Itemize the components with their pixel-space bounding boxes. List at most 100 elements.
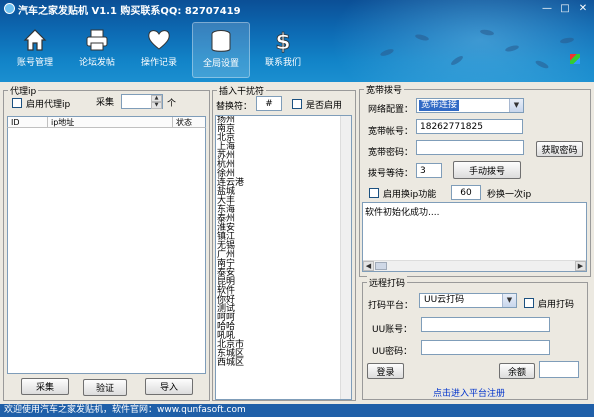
minimize-button[interactable]: — bbox=[540, 2, 554, 15]
account-label: 宽带帐号： bbox=[368, 127, 414, 137]
proxy-table[interactable] bbox=[7, 116, 206, 374]
account-input[interactable] bbox=[416, 119, 523, 134]
uu-account-input[interactable] bbox=[421, 317, 550, 332]
list-item[interactable]: 泰安 bbox=[216, 269, 351, 278]
balance-input[interactable] bbox=[539, 361, 579, 378]
ip-switch-label: 启用换ip功能 bbox=[383, 190, 437, 200]
dial-wait-input[interactable] bbox=[416, 163, 442, 178]
ip-switch-input[interactable] bbox=[451, 185, 481, 200]
tool-global-settings[interactable]: 全局设置 bbox=[192, 22, 250, 78]
list-item[interactable]: 盐城 bbox=[216, 188, 351, 197]
vertical-scrollbar[interactable] bbox=[340, 116, 351, 399]
uu-password-input[interactable] bbox=[421, 340, 550, 355]
verify-button[interactable]: 验证 bbox=[83, 379, 127, 396]
window-controls: — □ ✕ bbox=[540, 2, 590, 15]
status-bar: 欢迎使用汽车之家发贴机，软件官网：www.qunfasoft.com bbox=[0, 404, 594, 417]
password-label: 宽带密码： bbox=[368, 148, 414, 158]
enable-insert-checkbox[interactable] bbox=[292, 99, 302, 109]
tool-contact-us[interactable]: $ 联系我们 bbox=[254, 22, 312, 78]
close-button[interactable]: ✕ bbox=[576, 2, 590, 15]
network-config-select[interactable]: 宽带连接 ▼ bbox=[416, 98, 524, 113]
maximize-button[interactable]: □ bbox=[558, 2, 572, 15]
platform-value: UU云打码 bbox=[424, 295, 465, 305]
spin-up-icon[interactable]: ▲ bbox=[151, 95, 162, 102]
horizontal-scrollbar[interactable]: ◀ ▶ bbox=[363, 260, 586, 271]
column-header[interactable]: ID bbox=[8, 117, 48, 127]
printer-icon bbox=[86, 29, 108, 51]
list-item[interactable]: 南京 bbox=[216, 125, 351, 134]
network-config-value: 宽带连接 bbox=[419, 100, 460, 111]
list-item[interactable]: 呵呵 bbox=[216, 314, 351, 323]
log-textarea[interactable]: 软件初始化成功.... ◀ ▶ bbox=[362, 202, 587, 272]
replace-label: 替换符： bbox=[216, 102, 253, 112]
proxy-table-header: ID ip地址 状态 bbox=[7, 116, 206, 128]
spin-down-icon[interactable]: ▼ bbox=[151, 102, 162, 109]
list-item[interactable]: 淮安 bbox=[216, 224, 351, 233]
tool-forum-post[interactable]: 论坛发帖 bbox=[68, 22, 126, 78]
uu-password-label: UU密码： bbox=[372, 347, 413, 357]
replace-input[interactable] bbox=[256, 96, 282, 111]
list-item[interactable]: 广州 bbox=[216, 251, 351, 260]
proxy-group-title: 代理ip bbox=[8, 84, 39, 97]
list-item[interactable]: 南宁 bbox=[216, 260, 351, 269]
login-button[interactable]: 登录 bbox=[367, 363, 404, 379]
list-item[interactable]: 测试 bbox=[216, 305, 351, 314]
get-password-button[interactable]: 获取密码 bbox=[536, 141, 583, 157]
scroll-left-icon[interactable]: ◀ bbox=[363, 261, 374, 271]
column-header[interactable]: 状态 bbox=[173, 117, 205, 127]
list-item[interactable]: 镇江 bbox=[216, 233, 351, 242]
list-item[interactable]: 软件 bbox=[216, 287, 351, 296]
tool-operation-log[interactable]: 操作记录 bbox=[130, 22, 188, 78]
list-item[interactable]: 哈哈 bbox=[216, 323, 351, 332]
count-unit-label: 个 bbox=[167, 99, 177, 109]
import-button[interactable]: 导入 bbox=[145, 378, 193, 395]
chevron-down-icon: ▼ bbox=[509, 99, 523, 112]
platform-select[interactable]: UU云打码 ▼ bbox=[419, 293, 517, 308]
manual-dial-button[interactable]: 手动拨号 bbox=[453, 161, 521, 179]
scroll-thumb[interactable] bbox=[375, 262, 387, 270]
home-icon bbox=[23, 29, 47, 51]
collect-button[interactable]: 采集 bbox=[21, 378, 69, 395]
tool-label: 全局设置 bbox=[202, 59, 239, 69]
tool-account-manage[interactable]: 账号管理 bbox=[6, 22, 64, 78]
column-header[interactable]: ip地址 bbox=[48, 117, 173, 127]
list-item[interactable]: 泰州 bbox=[216, 215, 351, 224]
ip-switch-suffix: 秒换一次ip bbox=[487, 190, 532, 200]
list-item[interactable]: 西城区 bbox=[216, 359, 351, 368]
list-item[interactable]: 连云港 bbox=[216, 179, 351, 188]
list-item[interactable]: 东海 bbox=[216, 206, 351, 215]
balance-button[interactable]: 余额 bbox=[499, 363, 535, 379]
enable-proxy-label: 启用代理ip bbox=[26, 100, 71, 110]
list-item[interactable]: 扬州 bbox=[216, 116, 351, 125]
heart-icon bbox=[148, 30, 170, 50]
scroll-right-icon[interactable]: ▶ bbox=[575, 261, 586, 271]
broadband-group-title: 宽带拨号 bbox=[364, 83, 405, 96]
enable-captcha-label: 启用打码 bbox=[538, 300, 575, 310]
list-item[interactable]: 苏州 bbox=[216, 152, 351, 161]
tool-label: 操作记录 bbox=[140, 58, 177, 68]
app-logo-icon bbox=[4, 3, 15, 14]
uu-account-label: UU账号： bbox=[372, 325, 413, 335]
skin-icon[interactable] bbox=[570, 54, 580, 64]
svg-text:$: $ bbox=[275, 30, 290, 53]
list-item[interactable]: 无锡 bbox=[216, 242, 351, 251]
register-link[interactable]: 点击进入平台注册 bbox=[433, 386, 505, 399]
enable-insert-label: 是否启用 bbox=[306, 101, 343, 111]
tool-label: 联系我们 bbox=[264, 58, 301, 68]
interference-list[interactable]: 扬州 南京 北京 上海 苏州 杭州 徐州 连云港 盐城 大丰 东海 泰州 淮安 镇江 无锡 广州 南宁 泰安 昆明软… bbox=[215, 115, 352, 400]
list-item[interactable]: 杭州 bbox=[216, 161, 351, 170]
list-item[interactable]: 北京 bbox=[216, 134, 351, 143]
list-item[interactable]: 上海 bbox=[216, 143, 351, 152]
list-item[interactable]: 昆明 bbox=[216, 278, 351, 287]
app-window: 汽车之家发贴机 V1.1 购买联系QQ: 82707419 — □ ✕ 账号管理… bbox=[0, 0, 594, 417]
enable-captcha-checkbox[interactable] bbox=[524, 298, 534, 308]
list-item[interactable]: 大丰 bbox=[216, 197, 351, 206]
remote-group-title: 远程打码 bbox=[367, 276, 408, 289]
database-icon bbox=[211, 30, 231, 52]
ip-switch-checkbox[interactable] bbox=[369, 188, 379, 198]
dial-wait-label: 拨号等待： bbox=[368, 169, 414, 179]
password-input[interactable] bbox=[416, 140, 524, 155]
list-item[interactable]: 你好 bbox=[216, 296, 351, 305]
header-band: 汽车之家发贴机 V1.1 购买联系QQ: 82707419 — □ ✕ 账号管理… bbox=[0, 0, 594, 82]
enable-proxy-checkbox[interactable] bbox=[12, 98, 22, 108]
